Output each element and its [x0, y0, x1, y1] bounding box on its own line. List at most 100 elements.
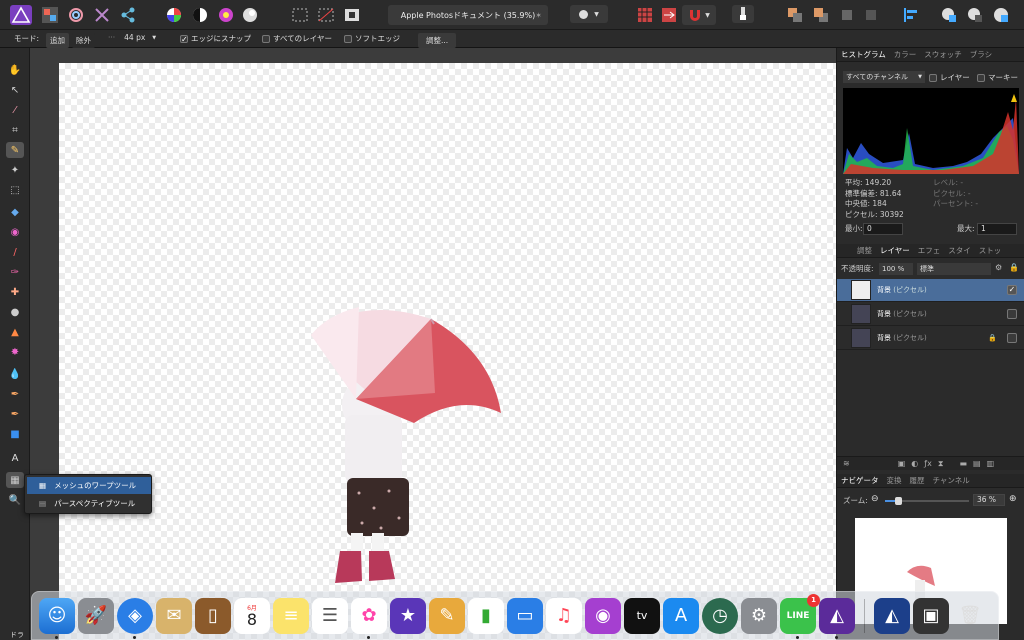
- arrange-back-icon[interactable]: [786, 5, 804, 25]
- system-preferences-icon[interactable]: ⚙: [741, 597, 777, 634]
- flood-select-icon[interactable]: ✦: [6, 162, 24, 178]
- pages-icon[interactable]: ✎: [429, 597, 465, 634]
- lock-icon[interactable]: 🔒: [988, 334, 997, 342]
- numbers-icon[interactable]: ▮: [468, 597, 504, 634]
- affinity-photo-icon[interactable]: ◭: [819, 597, 855, 639]
- delete-layer-icon[interactable]: ▥: [987, 459, 995, 468]
- fx-icon[interactable]: ƒx: [924, 459, 932, 468]
- screenshot-icon[interactable]: ▣: [913, 597, 949, 634]
- calendar-icon[interactable]: 6月 8: [234, 597, 270, 634]
- hsl-icon[interactable]: [216, 5, 236, 25]
- adjustment-icon[interactable]: ◐: [911, 459, 918, 468]
- trash-icon[interactable]: 🗑: [952, 598, 988, 634]
- mask-dropdown[interactable]: ▼: [570, 5, 608, 23]
- paint-brush-icon[interactable]: /: [6, 244, 24, 260]
- tab-brushes[interactable]: ブラシ: [966, 49, 996, 60]
- tab-channels[interactable]: チャンネル: [929, 475, 974, 486]
- layer-visibility-checkbox[interactable]: [1007, 309, 1017, 319]
- subtract-shape-icon[interactable]: [966, 5, 984, 25]
- blend-mode-select[interactable]: 標準: [917, 263, 991, 275]
- add-layer-icon[interactable]: ▤: [973, 459, 981, 468]
- white-balance-icon[interactable]: [240, 5, 260, 25]
- tab-styles[interactable]: スタイ: [944, 245, 975, 256]
- line-icon[interactable]: LINE 1: [780, 593, 820, 639]
- pen-icon[interactable]: ✒: [6, 406, 24, 422]
- align-icon[interactable]: [902, 5, 920, 25]
- contrast-icon[interactable]: [190, 5, 210, 25]
- tab-navigator[interactable]: ナビゲータ: [837, 475, 883, 486]
- layer-visibility-checkbox[interactable]: [1007, 285, 1017, 295]
- tab-layers[interactable]: レイヤー: [876, 245, 914, 256]
- contacts-icon[interactable]: ▯: [195, 597, 231, 634]
- mask-layer-icon[interactable]: ▣: [898, 459, 906, 468]
- layer-row[interactable]: 背景 (ピクセル) 🔒: [837, 327, 1024, 350]
- rectangle-icon[interactable]: ■: [6, 426, 24, 442]
- arrange-forward-icon[interactable]: [812, 5, 830, 25]
- document-tab[interactable]: Apple Photosドキュメント (35.9%) ✶: [388, 5, 548, 25]
- fill-icon[interactable]: ◆: [6, 204, 24, 220]
- intersect-shape-icon[interactable]: [992, 5, 1010, 25]
- document-canvas[interactable]: [59, 63, 836, 640]
- text-icon[interactable]: A: [6, 450, 24, 466]
- snapping-icon[interactable]: [660, 5, 678, 25]
- imovie-icon[interactable]: ★: [390, 597, 426, 634]
- export-persona-icon[interactable]: [118, 5, 138, 25]
- invert-selection-icon[interactable]: [342, 5, 362, 25]
- gear-icon[interactable]: ⚙: [995, 263, 1002, 272]
- color-picker-icon[interactable]: ⁄: [6, 102, 24, 118]
- hourglass-icon[interactable]: ⧗: [938, 459, 944, 469]
- layer-row[interactable]: 背景 (ピクセル): [837, 303, 1024, 326]
- grid-icon[interactable]: [636, 5, 654, 25]
- keynote-icon[interactable]: ▭: [507, 597, 543, 634]
- brush-icon[interactable]: [732, 5, 754, 23]
- deselect-icon[interactable]: [316, 5, 336, 25]
- brush-width-value[interactable]: 44 px: [124, 33, 145, 42]
- finder-icon[interactable]: ☺: [39, 597, 75, 639]
- layer-visibility-checkbox[interactable]: [1007, 333, 1017, 343]
- blur-icon[interactable]: 💧: [6, 366, 24, 382]
- tab-history[interactable]: 履歴: [906, 475, 929, 486]
- clone-icon[interactable]: ●: [6, 304, 24, 320]
- tab-adjustments[interactable]: 調整: [837, 245, 876, 256]
- min-input[interactable]: 0: [863, 223, 903, 235]
- notes-icon[interactable]: ≡: [273, 597, 309, 634]
- layer-row[interactable]: 背景 (ピクセル): [837, 279, 1024, 302]
- marquee-icon[interactable]: [290, 5, 310, 25]
- zoom-icon[interactable]: 🔍: [6, 492, 24, 508]
- dodge-icon[interactable]: ✸: [6, 344, 24, 360]
- pixel-persona-icon[interactable]: [40, 5, 60, 25]
- lock-icon[interactable]: 🔒: [1009, 263, 1019, 272]
- close-icon[interactable]: ✶: [535, 11, 542, 20]
- adjust-button[interactable]: 調整...: [418, 33, 457, 48]
- gradient-icon[interactable]: ◉: [6, 224, 24, 240]
- tab-swatches[interactable]: スウォッチ: [920, 49, 966, 60]
- all-layers-checkbox[interactable]: [262, 34, 270, 43]
- mesh-warp-icon[interactable]: ▦: [6, 472, 24, 488]
- hand-icon[interactable]: ✋: [6, 62, 24, 78]
- app-store-icon[interactable]: A: [663, 597, 699, 634]
- zoom-value[interactable]: 36 %: [973, 494, 1005, 506]
- folder-icon[interactable]: ▬: [959, 459, 967, 468]
- music-icon[interactable]: ♫: [546, 597, 582, 634]
- max-input[interactable]: 1: [977, 223, 1017, 235]
- mesh-warp-tool-item[interactable]: ▦ メッシュのワープツール: [27, 477, 151, 494]
- magnet-dropdown[interactable]: ▼: [682, 5, 716, 25]
- tab-color[interactable]: カラー: [890, 49, 921, 60]
- zoom-out-icon[interactable]: ⊖: [871, 494, 879, 504]
- mail-icon[interactable]: ✉: [156, 597, 192, 634]
- layers-stack-icon[interactable]: ≋: [843, 459, 850, 468]
- snap-checkbox[interactable]: [180, 34, 188, 43]
- add-shape-icon[interactable]: [940, 5, 958, 25]
- time-machine-icon[interactable]: ◷: [702, 597, 738, 634]
- arrange-icon[interactable]: [862, 5, 880, 25]
- safari-icon[interactable]: ◈: [117, 597, 153, 639]
- affinity-folder-icon[interactable]: ◭: [874, 597, 910, 634]
- crop-icon[interactable]: ⌗: [6, 122, 24, 138]
- red-eye-icon[interactable]: ▲: [6, 324, 24, 340]
- opacity-select[interactable]: 100 %: [879, 263, 913, 275]
- tab-transform[interactable]: 変換: [883, 475, 906, 486]
- healing-brush-icon[interactable]: ✚: [6, 284, 24, 300]
- zoom-in-icon[interactable]: ⊕: [1009, 494, 1017, 504]
- launchpad-icon[interactable]: 🚀: [78, 597, 114, 634]
- remove-mode-button[interactable]: 除外: [72, 33, 95, 48]
